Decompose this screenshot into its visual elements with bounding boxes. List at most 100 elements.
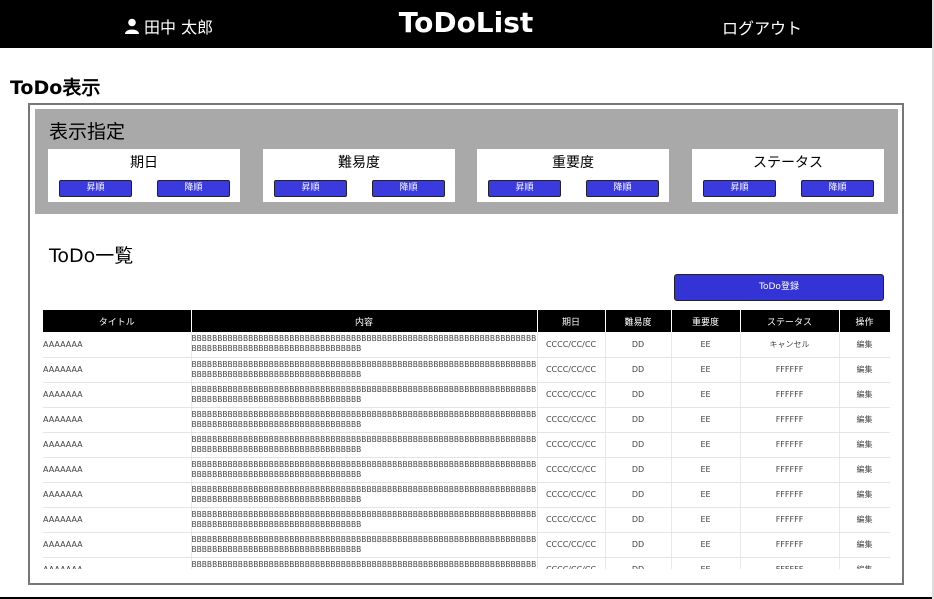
cell-status: FFFFFF [740,457,840,483]
table-row: AAAAAAABBBBBBBBBBBBBBBBBBBBBBBBBBBBBBBBB… [43,457,890,483]
cell-importance: EE [671,457,741,483]
edit-link[interactable]: 編集 [839,532,890,558]
cell-difficulty: DD [605,457,672,483]
todo-panel: 表示指定 期日 昇順 降順 難易度 昇順 降順 重要度 昇順 降順 ステータス … [28,103,904,585]
table-row: AAAAAAABBBBBBBBBBBBBBBBBBBBBBBBBBBBBBBBB… [43,557,890,569]
cell-due: CCCC/CC/CC [537,557,606,569]
edit-link[interactable]: 編集 [839,557,890,569]
cell-body: BBBBBBBBBBBBBBBBBBBBBBBBBBBBBBBBBBBBBBBB… [191,407,538,433]
cell-due: CCCC/CC/CC [537,482,606,508]
page-title: ToDo表示 [10,77,101,99]
sort-status-desc-button[interactable]: 降順 [801,180,874,197]
cell-status: FFFFFF [740,532,840,558]
cell-difficulty: DD [605,507,672,533]
edit-link[interactable]: 編集 [839,357,890,383]
sort-difficulty-asc-button[interactable]: 昇順 [274,180,347,197]
cell-due: CCCC/CC/CC [537,507,606,533]
todo-register-button[interactable]: ToDo登録 [674,274,884,301]
table-row: AAAAAAABBBBBBBBBBBBBBBBBBBBBBBBBBBBBBBBB… [43,432,890,458]
edit-link[interactable]: 編集 [839,482,890,508]
table-header-row: タイトル 内容 期日 難易度 重要度 ステータス 操作 [43,310,890,332]
cell-title: AAAAAAA [43,507,192,533]
column-header-difficulty: 難易度 [605,310,672,332]
cell-title: AAAAAAA [43,332,192,358]
app-header: 田中 太郎 ToDoList ログアウト [0,0,932,48]
cell-title: AAAAAAA [43,457,192,483]
cell-difficulty: DD [605,382,672,408]
cell-importance: EE [671,407,741,433]
cell-status: FFFFFF [740,382,840,408]
cell-title: AAAAAAA [43,557,192,569]
cell-due: CCCC/CC/CC [537,457,606,483]
cell-importance: EE [671,532,741,558]
cell-difficulty: DD [605,482,672,508]
logout-link[interactable]: ログアウト [722,15,802,39]
filter-title: 表示指定 [49,121,126,143]
cell-due: CCCC/CC/CC [537,382,606,408]
sort-card-label: 重要度 [552,155,594,171]
cell-title: AAAAAAA [43,357,192,383]
todo-table: タイトル 内容 期日 難易度 重要度 ステータス 操作 AAAAAAA BBBBB… [43,310,890,569]
sort-filter-panel: 表示指定 期日 昇順 降順 難易度 昇順 降順 重要度 昇順 降順 ステータス … [35,109,898,214]
cell-body: BBBBBBBBBBBBBBBBBBBBBBBBBBBBBBBBBBBBBBBB… [191,382,538,408]
cell-importance: EE [671,332,741,358]
edit-link[interactable]: 編集 [839,457,890,483]
cell-title: AAAAAAA [43,432,192,458]
cell-due: CCCC/CC/CC [537,357,606,383]
todo-table-scroll[interactable]: タイトル 内容 期日 難易度 重要度 ステータス 操作 AAAAAAA BBBBB… [43,310,890,569]
table-row: AAAAAAABBBBBBBBBBBBBBBBBBBBBBBBBBBBBBBBB… [43,332,890,358]
cell-status: FFFFFF [740,357,840,383]
table-row: AAAAAAABBBBBBBBBBBBBBBBBBBBBBBBBBBBBBBBB… [43,507,890,533]
cell-body: BBBBBBBBBBBBBBBBBBBBBBBBBBBBBBBBBBBBBBBB… [191,332,538,358]
column-header-importance: 重要度 [671,310,741,332]
sort-status-asc-button[interactable]: 昇順 [703,180,776,197]
cell-difficulty: DD [605,557,672,569]
cell-importance: EE [671,432,741,458]
cell-importance: EE [671,507,741,533]
table-row: AAAAAAABBBBBBBBBBBBBBBBBBBBBBBBBBBBBBBBB… [43,532,890,558]
list-title: ToDo一覧 [49,245,134,267]
sort-difficulty-desc-button[interactable]: 降順 [372,180,445,197]
sort-importance-desc-button[interactable]: 降順 [586,180,659,197]
column-header-status: ステータス [740,310,840,332]
cell-difficulty: DD [605,407,672,433]
cell-difficulty: DD [605,532,672,558]
cell-body: BBBBBBBBBBBBBBBBBBBBBBBBBBBBBBBBBBBBBBBB… [191,482,538,508]
cell-body: BBBBBBBBBBBBBBBBBBBBBBBBBBBBBBBBBBBBBBBB… [191,457,538,483]
column-header-body: 内容 [191,310,538,332]
cell-difficulty: DD [605,432,672,458]
sort-due-asc-button[interactable]: 昇順 [59,180,132,197]
edit-link[interactable]: 編集 [839,432,890,458]
sort-card-label: ステータス [753,155,823,171]
cell-body: BBBBBBBBBBBBBBBBBBBBBBBBBBBBBBBBBBBBBBBB… [191,357,538,383]
table-row: AAAAAAABBBBBBBBBBBBBBBBBBBBBBBBBBBBBBBBB… [43,357,890,383]
edit-link[interactable]: 編集 [839,407,890,433]
cell-importance: EE [671,382,741,408]
table-row: AAAAAAABBBBBBBBBBBBBBBBBBBBBBBBBBBBBBBBB… [43,482,890,508]
sort-due-desc-button[interactable]: 降順 [157,180,230,197]
edit-link[interactable]: 編集 [839,507,890,533]
cell-status: FFFFFF [740,432,840,458]
edit-link[interactable]: 編集 [839,382,890,408]
cell-title: AAAAAAA [43,532,192,558]
sort-card-label: 期日 [130,155,158,171]
cell-due: CCCC/CC/CC [537,407,606,433]
column-header-action: 操作 [839,310,890,332]
cell-due: CCCC/CC/CC [537,432,606,458]
cell-due: CCCC/CC/CC [537,332,606,358]
cell-status: FFFFFF [740,507,840,533]
cell-status: キャンセル [740,332,840,358]
sort-card-due: 期日 昇順 降順 [48,149,240,202]
cell-importance: EE [671,557,741,569]
sort-importance-asc-button[interactable]: 昇順 [488,180,561,197]
cell-importance: EE [671,357,741,383]
table-row: AAAAAAABBBBBBBBBBBBBBBBBBBBBBBBBBBBBBBBB… [43,407,890,433]
cell-title: AAAAAAA [43,482,192,508]
sort-card-importance: 重要度 昇順 降順 [477,149,669,202]
cell-difficulty: DD [605,357,672,383]
edit-link[interactable]: 編集 [839,332,890,358]
table-body: AAAAAAA BBBBBBBBBBBBBBBBBBBBBBBBBBBBBBBBB… [43,332,890,569]
column-header-due: 期日 [537,310,606,332]
sort-card-difficulty: 難易度 昇順 降順 [263,149,455,202]
sort-card-status: ステータス 昇順 降順 [692,149,884,202]
